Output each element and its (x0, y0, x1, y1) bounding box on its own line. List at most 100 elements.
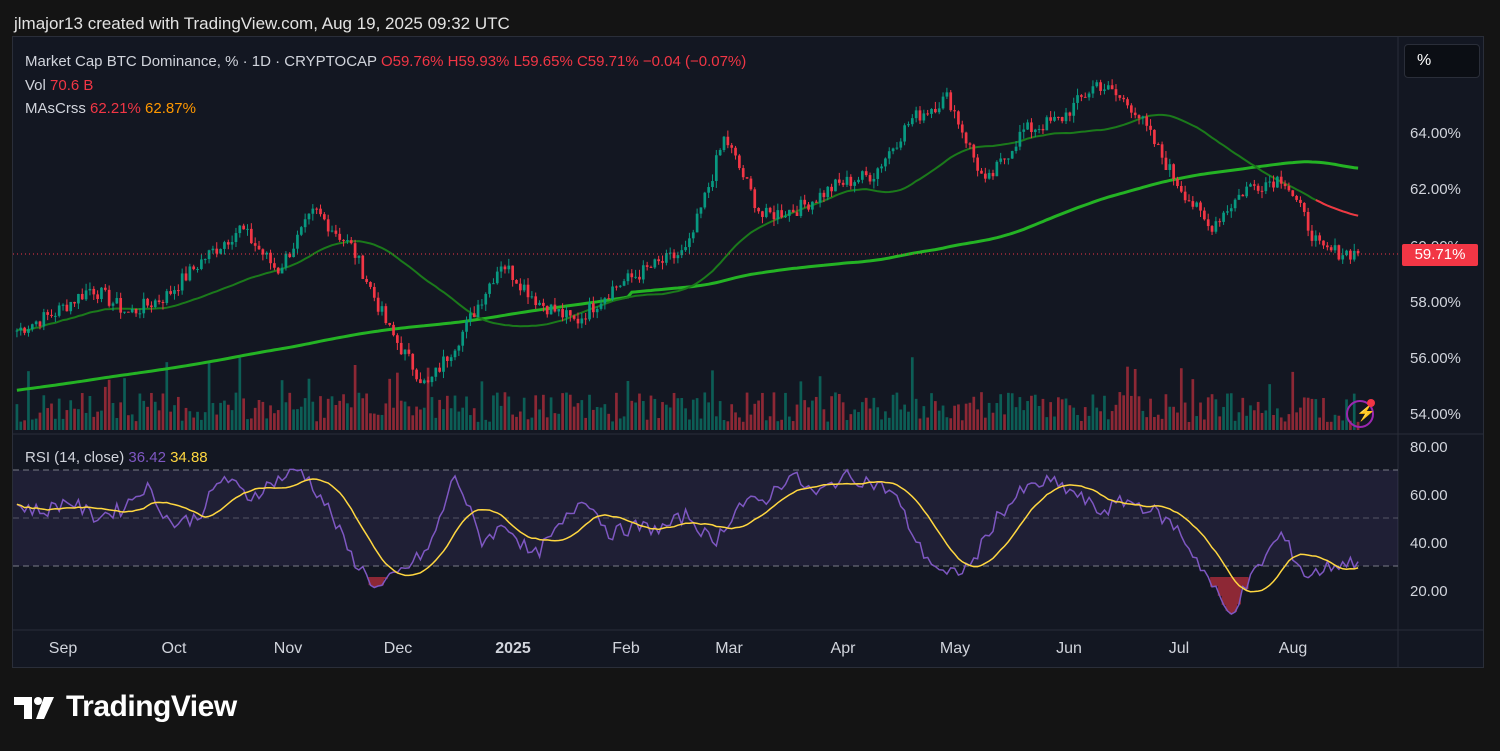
time-label-year: 2025 (495, 640, 531, 657)
volume-bar (1153, 417, 1156, 430)
rsi-tick: 40.00 (1410, 535, 1448, 552)
candle-body (1283, 183, 1287, 187)
time-label: Sep (48, 640, 78, 657)
volume-bar (576, 403, 580, 430)
candle-body (676, 255, 680, 259)
candle-body (518, 283, 522, 291)
volume-bar (130, 414, 134, 430)
volume-bar (665, 404, 668, 430)
volume-bar (618, 418, 622, 430)
volume-bar (334, 405, 338, 430)
candle-body (1179, 186, 1183, 192)
volume-bar (1041, 398, 1045, 430)
candle-body (907, 124, 910, 126)
chart-canvas[interactable] (0, 0, 1500, 751)
volume-bar (791, 421, 795, 430)
volume-bar (1149, 398, 1152, 430)
candle-body (957, 111, 960, 125)
candle-body (780, 210, 783, 218)
volume-bar (1037, 406, 1041, 430)
candle-body (1214, 221, 1218, 232)
candle-body (1172, 164, 1175, 179)
rsi-label: RSI (14, close) (25, 449, 125, 466)
rsi-tick: 20.00 (1410, 583, 1448, 600)
ohlc-high: H59.93% (447, 53, 510, 70)
candle-body (803, 199, 807, 205)
candle-body (123, 311, 126, 313)
rsi-legend[interactable]: RSI (14, close) 36.42 34.88 (25, 449, 208, 466)
volume-bar (1302, 397, 1306, 430)
volume-bar (134, 421, 138, 430)
candle-body (937, 108, 941, 113)
candle-body (568, 310, 572, 316)
volume-bar (276, 410, 280, 430)
volume-bar (711, 370, 714, 430)
candle-body (707, 187, 710, 193)
candle-body (92, 288, 96, 295)
ma-legend[interactable]: MAsCrss 62.21% 62.87% (25, 100, 196, 117)
volume-bar (280, 380, 284, 430)
volume-bar (42, 395, 46, 430)
volume-bar (837, 393, 841, 430)
brand-name: TradingView (66, 690, 237, 723)
volume-bar (741, 421, 745, 430)
volume-bar (1283, 421, 1287, 430)
lightning-icon[interactable]: ⚡ (1346, 399, 1376, 428)
tradingview-logo-icon (14, 697, 54, 719)
candle-body (1260, 190, 1264, 192)
candle-body (1087, 93, 1091, 98)
percent-scale-button[interactable]: % (1404, 44, 1480, 78)
volume-bar (319, 396, 322, 430)
volume-bar (80, 393, 84, 430)
volume-bar (1245, 415, 1248, 430)
volume-bar (730, 404, 734, 430)
symbol-legend[interactable]: Market Cap BTC Dominance, % · 1D · CRYPT… (25, 53, 746, 70)
candle-body (1195, 202, 1199, 207)
volume-bar (415, 406, 418, 430)
candle-body (1022, 129, 1026, 132)
candle-body (238, 225, 242, 234)
candle-body (949, 92, 953, 111)
candle-body (1191, 201, 1195, 207)
volume-bar (772, 392, 776, 430)
volume-bar (1222, 406, 1225, 430)
volume-bar (603, 404, 607, 430)
volume-legend[interactable]: Vol 70.6 B (25, 77, 93, 94)
volume-bar (1206, 397, 1210, 430)
candle-body (80, 293, 84, 300)
volume-bar (176, 396, 180, 430)
volume-bar (161, 393, 165, 430)
candle-body (384, 306, 388, 324)
candle-body (987, 172, 991, 179)
volume-bar (457, 411, 461, 430)
candle-body (127, 311, 130, 313)
candle-body (1137, 115, 1141, 119)
volume-bar (484, 419, 488, 430)
volume-bar (353, 364, 357, 430)
volume-bar (941, 405, 945, 430)
candle-body (887, 151, 891, 159)
candle-body (438, 367, 441, 372)
volume-bar (1010, 393, 1014, 430)
candle-body (422, 380, 426, 384)
candle-body (822, 192, 826, 198)
volume-bar (803, 400, 807, 430)
candle-body (46, 312, 50, 315)
volume-bar (330, 396, 334, 430)
candle-body (622, 281, 626, 286)
candle-body (745, 177, 749, 179)
candle-body (311, 208, 315, 214)
volume-bar (811, 400, 814, 430)
volume-bar (380, 414, 384, 430)
ma-slow-line (16, 160, 1359, 392)
time-label: Feb (612, 640, 640, 657)
volume-bar (653, 398, 657, 430)
volume-bar (215, 414, 219, 430)
volume-bar (780, 419, 783, 430)
candle-body (96, 294, 99, 299)
candle-body (65, 304, 69, 312)
volume-bar (1318, 417, 1321, 430)
volume-bar (338, 400, 342, 430)
candle-body (910, 118, 914, 125)
candle-body (595, 308, 599, 313)
